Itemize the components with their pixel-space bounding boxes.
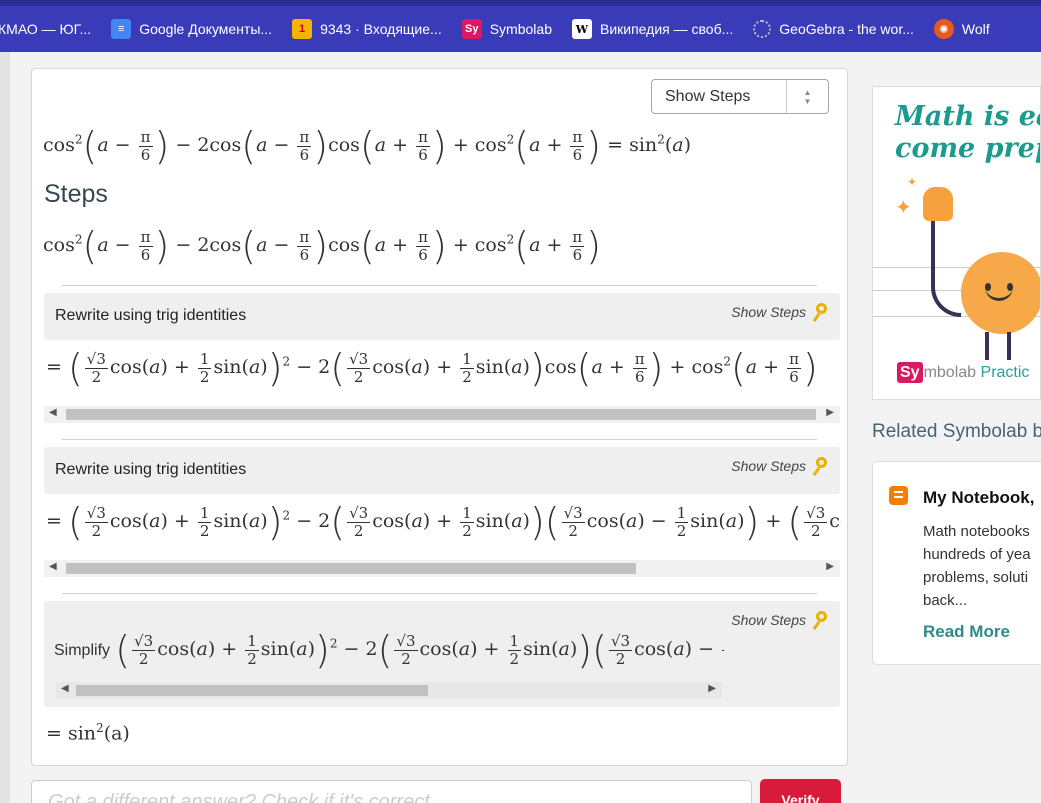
step-2-result: = (√3 2 cos(a) + 1 2 sin(a))2 − 2(√3 2 cos(a) … — [46, 503, 841, 541]
step-2-show-steps[interactable]: Show Steps — [731, 457, 830, 475]
steps-lhs-expression: cos2(a − π 6) − 2cos(a − π 6)cos(a + π 6) +… — [43, 224, 602, 268]
select-arrows-icon: ▲ ▼ — [786, 80, 828, 113]
blogger-icon — [889, 486, 908, 505]
problem-equation: cos2(a − π 6) − 2cos(a − π 6)cos(a + π 6) +… — [43, 124, 691, 168]
key-icon — [812, 303, 830, 321]
divider — [62, 439, 817, 440]
google-docs-icon: ≡ — [111, 19, 132, 39]
symbolab-icon: Sy — [461, 19, 482, 39]
key-icon — [812, 611, 830, 629]
mascot-leg — [1007, 332, 1011, 360]
bookmark-symbolab[interactable]: Sy Symbolab — [461, 19, 564, 39]
left-scroll-gutter — [0, 52, 10, 803]
step-3-expression: Simplify (√3 2 cos(a) + 1 2 sin(a))2 − 2(√3 2… — [54, 631, 724, 669]
symbolab-practice-ad[interactable]: Math is eas come prepa ✦ ✦ Symbolab Prac… — [872, 86, 1041, 400]
symbolab-logo: Sy mbolab Practic — [897, 362, 1029, 383]
wolfram-icon: ✺ — [933, 19, 954, 39]
sparkle-icon: ✦ — [907, 175, 918, 189]
step-3-show-steps[interactable]: Show Steps — [731, 611, 830, 629]
related-blog-heading: Related Symbolab b — [872, 421, 1041, 442]
final-result: = sin2(a) — [46, 721, 130, 745]
divider — [62, 593, 817, 594]
scroll-left-icon[interactable]: ◀ — [61, 683, 69, 694]
scroll-left-icon[interactable]: ◀ — [49, 407, 57, 418]
wikipedia-icon: W — [571, 19, 592, 39]
bookmark-yugra[interactable]: КМАО — ЮГ... — [0, 21, 103, 37]
bookmark-wikipedia[interactable]: W Википедия — своб... — [571, 19, 745, 39]
blog-card[interactable]: My Notebook, Math notebooks hundreds of … — [872, 461, 1041, 665]
bookmark-google-docs[interactable]: ≡ Google Документы... — [111, 19, 284, 39]
answer-check-input[interactable]: Got a different answer? Check if it's co… — [31, 780, 752, 803]
step-1-result: = (√3 2 cos(a) + 1 2 sin(a))2 − 2(√3 2 cos(a) … — [46, 346, 818, 390]
scroll-left-icon[interactable]: ◀ — [49, 561, 57, 572]
bookmark-geogebra[interactable]: GeoGebra - the wor... — [753, 20, 926, 38]
sparkle-icon: ✦ — [895, 197, 912, 219]
scroll-thumb[interactable] — [76, 685, 428, 696]
blog-title[interactable]: My Notebook, — [923, 488, 1034, 508]
ad-headline: Math is eas come prepa — [895, 101, 1040, 164]
scroll-right-icon[interactable]: ▶ — [708, 683, 716, 694]
step-3-header[interactable]: Show Steps Simplify (√3 2 cos(a) + 1 2 sin(a… — [44, 601, 840, 707]
bookmark-mail[interactable]: 1 9343 · Входящие... — [292, 19, 454, 39]
show-steps-select[interactable]: Show Steps ▲ ▼ — [651, 79, 829, 114]
verify-button[interactable]: Verify — [760, 779, 841, 803]
step-2-scrollbar[interactable]: ◀ ▶ — [44, 560, 840, 577]
scroll-thumb[interactable] — [66, 409, 816, 420]
step-1-show-steps[interactable]: Show Steps — [731, 303, 830, 321]
mail-icon: 1 — [292, 19, 313, 39]
scroll-thumb[interactable] — [66, 563, 636, 574]
step-3-scrollbar[interactable]: ◀ ▶ — [56, 682, 722, 699]
mascot-leg — [985, 332, 989, 360]
step-1-scrollbar[interactable]: ◀ ▶ — [44, 406, 840, 423]
blog-description: Math notebooks hundreds of yea problems,… — [923, 523, 1031, 609]
step-2-header[interactable]: Rewrite using trig identities Show Steps — [44, 447, 840, 494]
mascot-mitt — [923, 187, 953, 221]
scroll-right-icon[interactable]: ▶ — [826, 561, 834, 572]
step-1-header[interactable]: Rewrite using trig identities Show Steps — [44, 293, 840, 340]
mascot-arm — [931, 207, 961, 317]
geogebra-icon — [753, 20, 772, 38]
scroll-right-icon[interactable]: ▶ — [826, 407, 834, 418]
key-icon — [812, 457, 830, 475]
read-more-link[interactable]: Read More — [923, 622, 1010, 642]
steps-title: Steps — [44, 180, 108, 208]
bookmark-wolfram[interactable]: ✺ Wolf — [933, 19, 1002, 39]
divider — [62, 285, 817, 286]
solution-card: Show Steps ▲ ▼ cos2(a − π 6) − 2cos(a − π6… — [31, 68, 848, 766]
bookmarks-bar: КМАО — ЮГ... ≡ Google Документы... 1 934… — [0, 0, 1041, 52]
